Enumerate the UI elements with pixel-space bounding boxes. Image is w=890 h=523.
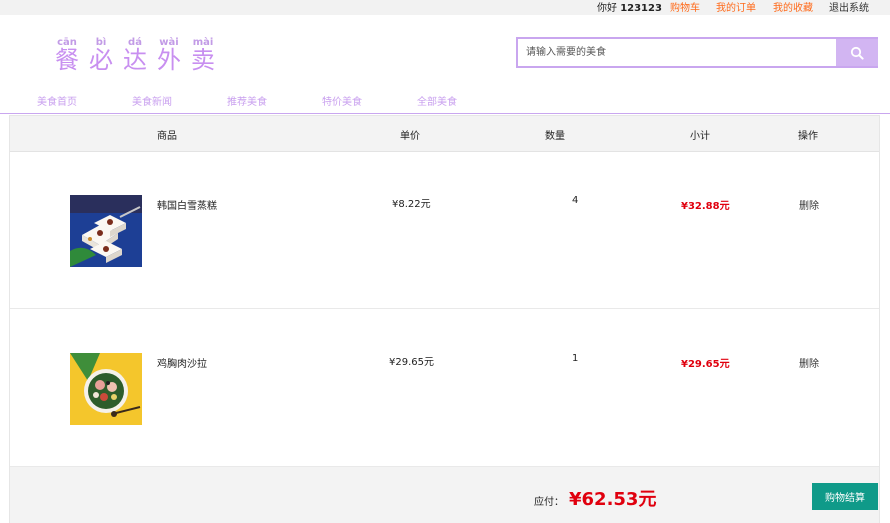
product-name[interactable]: 韩国白雪蒸糕: [157, 197, 217, 212]
cart-footer: 应付： ¥62.53元 购物结算: [10, 467, 879, 523]
delete-button[interactable]: 删除: [799, 355, 819, 370]
product-image[interactable]: [70, 353, 142, 425]
logo-char: mài 卖: [191, 37, 215, 74]
checkout-button[interactable]: 购物结算: [812, 483, 878, 510]
my-favorites-link[interactable]: 我的收藏: [773, 0, 813, 14]
search-input[interactable]: [518, 39, 835, 66]
user-greeting: 你好 123123: [597, 3, 662, 14]
logo-char: bì 必: [89, 37, 113, 74]
header-product: 商品: [157, 131, 177, 142]
nav-news[interactable]: 美食新闻: [132, 93, 172, 108]
header-quantity: 数量: [545, 131, 565, 142]
header-action: 操作: [798, 131, 818, 142]
cart-table: 商品 单价 数量 小计 操作 韩国白雪蒸糕 ¥8.22元 4 ¥32.88元 删…: [9, 115, 880, 523]
logout-link[interactable]: 退出系统: [829, 0, 869, 14]
logo-char: wài 外: [157, 37, 181, 74]
delete-button[interactable]: 删除: [799, 197, 819, 212]
search-icon: [850, 46, 864, 60]
unit-price: ¥29.65元: [389, 357, 434, 368]
nav-home[interactable]: 美食首页: [37, 93, 77, 108]
quantity: 4: [572, 195, 579, 206]
product-name[interactable]: 鸡胸肉沙拉: [157, 355, 207, 370]
nav-specials[interactable]: 特价美食: [322, 93, 362, 108]
username: 123123: [620, 3, 662, 14]
header-unit-price: 单价: [400, 131, 420, 142]
rice-cake-image: [70, 195, 142, 267]
logo-char: dá 达: [123, 37, 147, 74]
site-logo[interactable]: cān 餐 bì 必 dá 达 wài 外 mài 卖: [52, 37, 218, 74]
main-nav: 美食首页 美食新闻 推荐美食 特价美食 全部美食: [0, 93, 890, 114]
unit-price: ¥8.22元: [392, 199, 431, 210]
table-row: 韩国白雪蒸糕 ¥8.22元 4 ¥32.88元 删除: [10, 152, 879, 309]
header-subtotal: 小计: [690, 131, 710, 142]
search-button[interactable]: [836, 39, 878, 66]
nav-recommended[interactable]: 推荐美食: [227, 93, 267, 108]
amount-due-label: 应付：: [534, 497, 564, 508]
nav-all-food[interactable]: 全部美食: [417, 93, 457, 108]
top-bar: 你好 123123 购物车 我的订单 我的收藏 退出系统: [0, 0, 890, 15]
subtotal: ¥32.88元: [681, 201, 730, 212]
product-image[interactable]: [70, 195, 142, 267]
my-orders-link[interactable]: 我的订单: [716, 0, 756, 14]
logo-char: cān 餐: [55, 37, 79, 74]
subtotal: ¥29.65元: [681, 359, 730, 370]
chicken-salad-image: [70, 353, 142, 425]
cart-link[interactable]: 购物车: [670, 0, 700, 14]
amount-due-value: ¥62.53元: [569, 489, 657, 510]
search-box: [516, 37, 878, 68]
table-row: 鸡胸肉沙拉 ¥29.65元 1 ¥29.65元 删除: [10, 310, 879, 467]
table-header: 商品 单价 数量 小计 操作: [10, 116, 879, 152]
quantity: 1: [572, 353, 579, 364]
